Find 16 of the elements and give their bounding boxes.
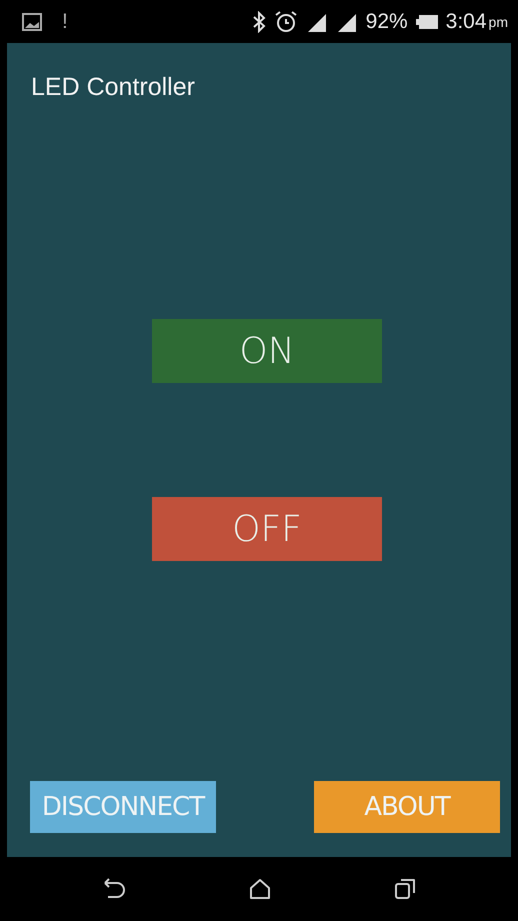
disconnect-button[interactable]: DISCONNECT — [30, 781, 216, 833]
app-title: LED Controller — [30, 72, 196, 103]
on-button[interactable]: ON — [152, 319, 382, 383]
alarm-icon — [274, 10, 298, 34]
image-icon — [22, 12, 42, 30]
alert-mark: ! — [62, 11, 68, 32]
bluetooth-icon — [252, 10, 266, 32]
battery-percent: 92% — [366, 11, 408, 32]
off-button[interactable]: OFF — [152, 497, 382, 561]
clock-period: pm — [488, 14, 508, 28]
home-icon[interactable] — [248, 878, 271, 900]
recent-apps-icon[interactable] — [394, 878, 416, 900]
battery-icon — [416, 14, 438, 30]
clock-time: 3:04 — [446, 11, 487, 32]
about-button[interactable]: ABOUT — [314, 781, 500, 833]
back-icon[interactable] — [102, 878, 126, 900]
